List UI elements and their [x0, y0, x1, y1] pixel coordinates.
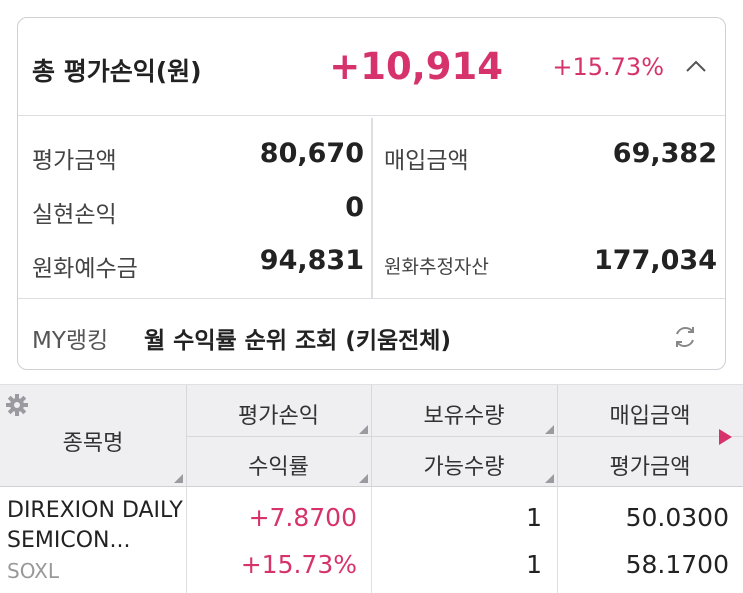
gear-icon[interactable]: [5, 393, 29, 417]
table-row[interactable]: DIREXION DAILY SEMICON... SOXL +7.8700 +…: [0, 487, 743, 593]
krw-est-assets-label: 원화추정자산: [384, 256, 489, 278]
eval-amount-label: 평가금액: [32, 148, 117, 174]
col-header-eval-pl[interactable]: 평가손익: [186, 398, 371, 430]
sort-indicator-icon: [359, 425, 368, 434]
row-eval-pl: +7.8700: [248, 503, 357, 532]
total-pl-rate: +15.73%: [552, 53, 664, 81]
row-divider: [186, 487, 187, 593]
sort-indicator-icon: [174, 474, 183, 483]
krw-deposit-value: 94,831: [259, 245, 364, 276]
summary-details-grid: 평가금액 80,670 매입금액 69,382 실현손익 0 원화예수금 94,…: [18, 118, 725, 298]
table-header: 종목명 평가손익 수익률 보유수량 가능수량 매입금액 평가금액: [0, 384, 743, 488]
sort-indicator-icon: [545, 425, 554, 434]
col-header-rate[interactable]: 수익률: [186, 449, 371, 481]
sort-indicator-icon: [359, 474, 368, 483]
total-pl-amount: +10,914: [329, 45, 503, 88]
stock-name: DIREXION DAILY SEMICON...: [7, 498, 183, 553]
total-pl-title: 총 평가손익(원): [32, 57, 202, 86]
header-row-divider: [186, 436, 743, 437]
krw-deposit-label: 원화예수금: [32, 256, 138, 282]
purchase-amount-value: 69,382: [612, 138, 717, 169]
eval-amount-value: 80,670: [259, 138, 364, 169]
purchase-amount-label: 매입금액: [384, 148, 469, 174]
refresh-icon[interactable]: [671, 323, 699, 351]
realized-pl-value: 0: [345, 192, 364, 223]
grid-divider: [371, 118, 373, 298]
row-divider: [557, 487, 558, 593]
col-header-name[interactable]: 종목명: [0, 425, 186, 457]
col-header-available-qty[interactable]: 가능수량: [371, 449, 557, 481]
row-available-qty: 1: [526, 550, 542, 579]
row-divider: [371, 487, 372, 593]
my-ranking-text: 월 수익률 순위 조회 (키움전체): [144, 328, 451, 354]
col-header-purchase-amount[interactable]: 매입금액: [557, 398, 743, 430]
my-ranking-row[interactable]: MY랭킹 월 수익률 순위 조회 (키움전체): [18, 298, 725, 369]
sort-indicator-icon: [545, 474, 554, 483]
holdings-table: 종목명 평가손익 수익률 보유수량 가능수량 매입금액 평가금액 DIREXIO…: [0, 384, 743, 593]
row-holding-qty: 1: [526, 503, 542, 532]
scroll-right-icon[interactable]: [719, 429, 732, 445]
summary-header[interactable]: 총 평가손익(원) +10,914 +15.73%: [18, 18, 725, 116]
row-rate: +15.73%: [240, 550, 357, 579]
krw-est-assets-value: 177,034: [594, 245, 717, 276]
stock-code: SOXL: [7, 559, 60, 583]
col-header-holding-qty[interactable]: 보유수량: [371, 398, 557, 430]
row-eval-amount: 58.1700: [625, 550, 729, 579]
account-summary-card: 총 평가손익(원) +10,914 +15.73% 평가금액 80,670 매입…: [17, 17, 726, 370]
col-header-eval-amount[interactable]: 평가금액: [557, 449, 743, 481]
row-purchase-amount: 50.0300: [625, 503, 729, 532]
realized-pl-label: 실현손익: [32, 202, 117, 228]
my-ranking-label: MY랭킹: [32, 328, 109, 354]
chevron-up-icon[interactable]: [681, 52, 711, 82]
